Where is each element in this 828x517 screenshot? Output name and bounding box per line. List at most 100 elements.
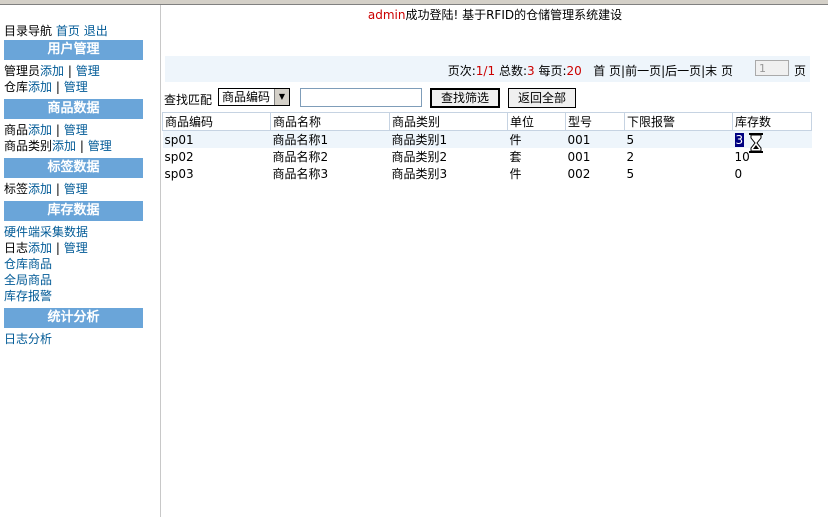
section-statistics: 统计分析 <box>4 308 143 328</box>
inventory-table: 商品编码 商品名称 商品类别 单位 型号 下限报警 库存数 sp01 商品名称1… <box>162 112 812 182</box>
goods-row: 商品添加 | 管理 <box>4 123 88 138</box>
cell-stock: 10 <box>734 149 750 164</box>
table-row[interactable]: sp03 商品名称3 商品类别3 件 002 5 0 <box>163 165 812 182</box>
nav-label: 目录导航 <box>4 24 53 38</box>
log-analysis-link[interactable]: 日志分析 <box>4 332 52 347</box>
separator: | <box>55 182 60 196</box>
cell-code: sp01 <box>162 130 271 148</box>
filter-label: 查找匹配 <box>164 93 213 107</box>
warehouse-add-link[interactable]: 添加 <box>28 80 52 94</box>
logout-link[interactable]: 退出 <box>84 24 108 38</box>
warehouse-manage-link[interactable]: 管理 <box>64 80 88 94</box>
stock-alarm-link[interactable]: 库存报警 <box>4 289 52 304</box>
goods-category-label: 商品类别 <box>4 139 53 153</box>
log-label: 日志 <box>4 241 29 255</box>
page-unit: 页 <box>793 64 806 78</box>
goods-category-row: 商品类别添加 | 管理 <box>4 139 112 154</box>
page-nav-links[interactable]: 首 页|前一页|后一页|末 页 <box>593 64 733 78</box>
cell-model: 002 <box>567 166 591 181</box>
search-filter-button[interactable]: 查找筛选 <box>430 88 500 108</box>
page-number-input[interactable]: 1 <box>755 60 789 76</box>
section-inventory-data: 库存数据 <box>4 201 143 221</box>
warehouse-row: 仓库添加 | 管理 <box>4 80 88 95</box>
separator: | <box>79 139 84 153</box>
col-header-stock: 库存数 <box>732 112 812 131</box>
selected-text: 3 <box>734 132 745 147</box>
admin-add-link[interactable]: 添加 <box>40 64 64 78</box>
home-link[interactable]: 首页 <box>56 24 80 38</box>
log-row: 日志添加 | 管理 <box>4 241 88 256</box>
goods-label: 商品 <box>4 123 29 137</box>
section-user-management: 用户管理 <box>4 40 143 60</box>
cell-alarm: 5 <box>624 130 733 148</box>
per-page-label: 每页: <box>538 64 567 78</box>
per-page-value: 20 <box>566 64 582 78</box>
cell-category: 商品类别1 <box>389 130 508 148</box>
separator: | <box>67 64 72 78</box>
goods-add-link[interactable]: 添加 <box>28 123 52 137</box>
table-header-row: 商品编码 商品名称 商品类别 单位 型号 下限报警 库存数 <box>162 112 812 131</box>
filter-field-select[interactable]: 商品编码 ▼ <box>218 88 290 106</box>
warehouse-goods-link[interactable]: 仓库商品 <box>4 257 52 272</box>
table-row[interactable]: sp01 商品名称1 商品类别1 件 001 5 3 <box>162 130 812 148</box>
hardware-collect-link[interactable]: 硬件端采集数据 <box>4 225 88 240</box>
log-manage-link[interactable]: 管理 <box>64 241 88 255</box>
cell-category: 商品类别2 <box>391 150 448 164</box>
cell-unit: 套 <box>509 150 522 164</box>
search-input[interactable] <box>300 88 422 107</box>
cell-model: 001 <box>565 130 625 148</box>
cell-unit: 件 <box>509 167 522 181</box>
cell-name: 商品名称1 <box>270 130 390 148</box>
cell-stock: 0 <box>734 166 743 181</box>
filter-field-value: 商品编码 <box>222 90 271 104</box>
cell-code: sp03 <box>164 166 194 181</box>
goods-manage-link[interactable]: 管理 <box>64 123 88 137</box>
admin-label: 管理员 <box>4 64 41 78</box>
show-all-button[interactable]: 返回全部 <box>508 88 576 108</box>
hourglass-icon <box>749 133 763 153</box>
triangle-down-icon[interactable]: ▼ <box>274 89 289 105</box>
separator: | <box>55 241 60 255</box>
col-header-code: 商品编码 <box>162 112 271 131</box>
welcome-message: 成功登陆! 基于RFID的仓储管理系统建设 <box>405 8 623 22</box>
warehouse-label: 仓库 <box>4 80 29 94</box>
tag-label: 标签 <box>4 182 29 196</box>
pagination-bar: 页次:1/1 总数:3 每页:20 首 页|前一页|后一页|末 页 1 页 <box>165 56 810 82</box>
log-add-link[interactable]: 添加 <box>28 241 52 255</box>
table-row[interactable]: sp02 商品名称2 商品类别2 套 001 2 10 <box>163 148 812 165</box>
col-header-unit: 单位 <box>507 112 566 131</box>
cell-alarm: 2 <box>626 149 635 164</box>
global-goods-link[interactable]: 全局商品 <box>4 273 52 288</box>
main-frame: admin成功登陆! 基于RFID的仓储管理系统建设 页次:1/1 总数:3 每… <box>162 5 828 517</box>
cell-unit: 件 <box>507 130 566 148</box>
col-header-name: 商品名称 <box>270 112 390 131</box>
cell-alarm: 5 <box>626 166 635 181</box>
page-value: 1/1 <box>475 64 496 78</box>
admin-manage-link[interactable]: 管理 <box>76 64 100 78</box>
section-goods-data: 商品数据 <box>4 99 143 119</box>
admin-row: 管理员添加 | 管理 <box>4 64 100 79</box>
col-header-alarm: 下限报警 <box>624 112 733 131</box>
separator: | <box>55 80 60 94</box>
welcome-banner: admin成功登陆! 基于RFID的仓储管理系统建设 <box>162 6 828 23</box>
cell-name: 商品名称3 <box>272 167 329 181</box>
tag-row: 标签添加 | 管理 <box>4 182 88 197</box>
page-label: 页次: <box>447 64 476 78</box>
tag-manage-link[interactable]: 管理 <box>64 182 88 196</box>
separator: | <box>55 123 60 137</box>
pagination-info: 页次:1/1 总数:3 每页:20 首 页|前一页|后一页|末 页 <box>448 62 733 79</box>
col-header-model: 型号 <box>565 112 625 131</box>
left-nav-frame: 目录导航 首页 退出 用户管理 管理员添加 | 管理 仓库添加 | 管理 商品数… <box>0 5 160 517</box>
logged-in-user: admin <box>367 8 406 22</box>
cell-model: 001 <box>567 149 591 164</box>
total-label: 总数: <box>498 64 527 78</box>
cell-category: 商品类别3 <box>391 167 448 181</box>
goods-category-add-link[interactable]: 添加 <box>52 139 76 153</box>
frame-divider[interactable] <box>160 5 161 517</box>
nav-header: 目录导航 首页 退出 <box>4 22 108 39</box>
total-value: 3 <box>526 64 535 78</box>
goods-category-manage-link[interactable]: 管理 <box>88 139 112 153</box>
cell-stock: 3 <box>732 130 812 148</box>
cell-code: sp02 <box>164 149 194 164</box>
tag-add-link[interactable]: 添加 <box>28 182 52 196</box>
